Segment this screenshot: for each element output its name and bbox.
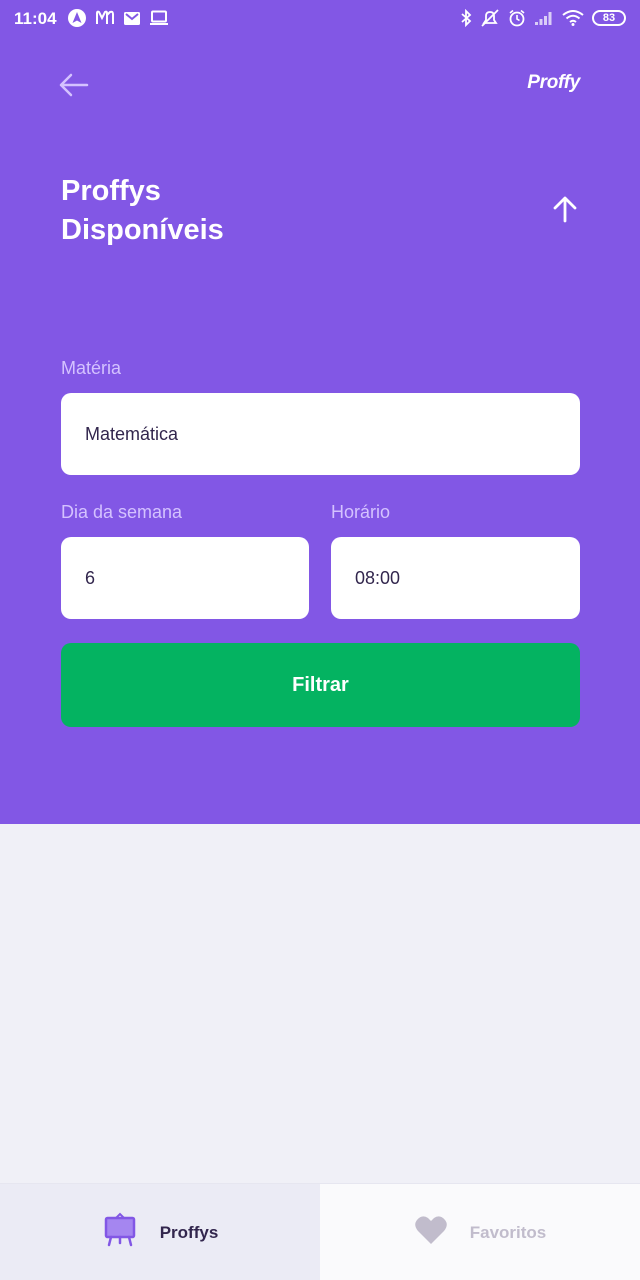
signal-icon	[534, 8, 554, 28]
back-button[interactable]	[58, 72, 90, 98]
status-bar: 11:04 83	[0, 0, 640, 36]
subject-label: Matéria	[61, 358, 122, 378]
alarm-icon	[508, 8, 526, 28]
status-right-icons: 83	[460, 8, 626, 28]
tab-favoritos[interactable]: Favoritos	[320, 1184, 640, 1280]
app-logo: Proffy	[527, 72, 580, 93]
filter-button[interactable]: Filtrar	[61, 643, 580, 727]
bottom-tab-bar: Proffys Favoritos	[0, 1183, 640, 1280]
subject-value: Matemática	[85, 423, 179, 444]
weekday-value: 6	[85, 567, 96, 588]
toggle-filters-button[interactable]	[550, 195, 580, 223]
gmail-icon	[123, 8, 141, 28]
weekday-label: Dia da semana	[61, 502, 183, 522]
tab-proffys-label: Proffys	[159, 1222, 219, 1242]
mute-icon	[480, 8, 500, 28]
laptop-icon	[149, 8, 169, 28]
status-left-icons	[67, 8, 169, 28]
page-title-line1: Proffys	[61, 175, 161, 207]
weekday-input[interactable]: 6	[61, 537, 309, 619]
arrow-up-icon	[553, 196, 577, 223]
heart-icon	[414, 1214, 448, 1251]
page-title-line2: Disponíveis	[61, 214, 224, 246]
easel-icon	[102, 1212, 138, 1253]
page-title: Proffys Disponíveis	[61, 172, 381, 250]
battery-indicator: 83	[592, 10, 626, 26]
time-input[interactable]: 08:00	[331, 537, 580, 619]
pattern-icon	[95, 8, 115, 28]
wifi-icon	[562, 8, 584, 28]
tab-favoritos-label: Favoritos	[469, 1222, 547, 1242]
arrow-left-icon	[59, 73, 89, 97]
time-value: 08:00	[355, 567, 401, 588]
bluetooth-icon	[460, 8, 472, 28]
subject-input[interactable]: Matemática	[61, 393, 580, 475]
status-time: 11:04	[14, 9, 57, 28]
time-label: Horário	[331, 502, 391, 522]
navigation-icon	[67, 8, 87, 28]
tab-proffys[interactable]: Proffys	[0, 1184, 320, 1280]
